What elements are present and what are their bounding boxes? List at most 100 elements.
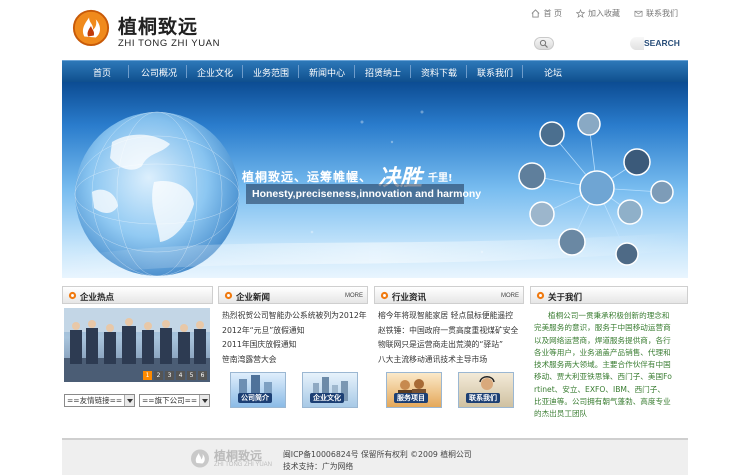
thumb-company-intro[interactable]: 公司简介 (230, 372, 286, 408)
toplink-favorite[interactable]: 加入收藏 (576, 8, 620, 19)
list-item[interactable]: 笹南湾露营大会 (222, 354, 368, 369)
footer: 植桐致远 ZHI TONG ZHI YUAN 闽ICP备10006824号 保留… (62, 438, 688, 475)
toplink-favorite-label: 加入收藏 (588, 9, 620, 18)
thumb-company-intro-label: 公司简介 (238, 393, 272, 403)
thumb-contact-us[interactable]: 联系我们 (458, 372, 514, 408)
about-us-text: 植桐公司一贯秉承积极创新的理念和完美服务的意识，服务于中国移动运营商以及网络运营… (534, 311, 672, 419)
top-links: 首 页 加入收藏 联系我们 (531, 8, 678, 19)
company-news-more-link[interactable]: MORE (345, 293, 363, 299)
thumb-services-label: 服务项目 (394, 393, 428, 403)
footer-text: 闽ICP备10006824号 保留所有权利 ©2009 植桐公司 技术支持：广为… (283, 449, 472, 473)
search-button[interactable]: SEARCH (644, 38, 680, 48)
about-us-header: 关于我们 (530, 286, 688, 304)
pager-dot[interactable]: 6 (198, 371, 207, 380)
subsidiaries-select[interactable]: ==旗下公司== (139, 394, 210, 407)
nav-separator (522, 65, 523, 78)
nav-separator (128, 65, 129, 78)
thumb-contact-us-label: 联系我们 (466, 393, 500, 403)
search-button-cap (630, 37, 644, 50)
list-item[interactable]: 2011年国庆放假通知 (222, 339, 368, 354)
company-news-title: 企业新闻 (236, 293, 271, 303)
nav-separator (186, 65, 187, 78)
thumb-services[interactable]: 服务项目 (386, 372, 442, 408)
search-bar: SEARCH (534, 37, 684, 51)
flame-logo-icon (72, 9, 110, 46)
industry-news-more-link[interactable]: MORE (501, 293, 519, 299)
pager-dot[interactable]: 2 (154, 371, 163, 380)
header: 植桐致远 ZHI TONG ZHI YUAN 首 页 加入收藏 联系我们 SEA… (62, 0, 688, 60)
list-item[interactable]: 热烈祝贺公司智能办公系统被列为2012年 (222, 310, 368, 325)
hot-topics-photo[interactable]: 1 2 3 4 5 6 (64, 308, 210, 382)
pager-dot[interactable]: 3 (165, 371, 174, 380)
nav-separator (298, 65, 299, 78)
hero-banner: 植桐致远、运筹帷幄、 决胜 千里! Honesty,preciseness,in… (62, 82, 688, 278)
industry-news-list: 榕今年将现智能家居 轻点鼠标便能遥控 赵铁锤：中国政府一贯高度重视煤矿安全 物联… (378, 310, 524, 368)
hot-topics-title: 企业热点 (80, 293, 115, 303)
nav-item-contact[interactable]: 联系我们 (474, 66, 516, 79)
company-news-panel: 企业新闻 MORE 热烈祝贺公司智能办公系统被列为2012年 2012年“元旦”… (218, 286, 368, 416)
hot-topics-header: 企业热点 (62, 286, 213, 304)
thumb-corporate-culture-label: 企业文化 (310, 393, 344, 403)
footer-tech-support: 技术支持：广为网络 (283, 462, 354, 471)
pager-dot[interactable]: 1 (143, 371, 152, 380)
bullet-icon (68, 291, 77, 300)
pager-dot[interactable]: 4 (176, 371, 185, 380)
about-us-panel: 关于我们 植桐公司一贯秉承积极创新的理念和完美服务的意识，服务于中国移动运营商以… (530, 286, 688, 418)
star-icon (576, 9, 585, 18)
list-item[interactable]: 物联网只是运营商走出荒漠的“驿站” (378, 339, 524, 354)
search-icon-box (534, 37, 554, 50)
industry-thumbs: 服务项目 联系我们 (386, 372, 514, 408)
company-news-header: 企业新闻 MORE (218, 286, 368, 304)
nav-item-company-profile[interactable]: 公司概况 (138, 66, 180, 79)
company-thumbs: 公司简介 企业文化 (230, 372, 358, 408)
bullet-icon (380, 291, 389, 300)
list-item[interactable]: 八大主流移动通讯技术主导市场 (378, 354, 524, 369)
brand-name-en: ZHI TONG ZHI YUAN (118, 38, 221, 49)
industry-news-title: 行业资讯 (392, 293, 427, 303)
footer-logo: 植桐致远 ZHI TONG ZHI YUAN (190, 446, 280, 472)
nav-item-business[interactable]: 业务范围 (250, 66, 292, 79)
mail-icon (634, 10, 643, 17)
search-icon (539, 39, 548, 48)
nav-item-news[interactable]: 新闻中心 (306, 66, 348, 79)
nav-separator (466, 65, 467, 78)
slogan-part-2: 千里! (428, 172, 453, 184)
nav-separator (242, 65, 243, 78)
list-item[interactable]: 2012年“元旦”放假通知 (222, 325, 368, 340)
nav-separator (354, 65, 355, 78)
toplink-contact[interactable]: 联系我们 (634, 8, 678, 19)
thumb-corporate-culture[interactable]: 企业文化 (302, 372, 358, 408)
toplink-home-label: 首 页 (543, 9, 562, 18)
chevron-down-icon (199, 395, 209, 406)
photo-pager: 1 2 3 4 5 6 (143, 371, 207, 380)
industry-news-panel: 行业资讯 MORE 榕今年将现智能家居 轻点鼠标便能遥控 赵铁锤：中国政府一贯高… (374, 286, 524, 416)
nav-item-forum[interactable]: 论坛 (532, 66, 574, 79)
toplink-contact-label: 联系我们 (646, 9, 678, 18)
list-item[interactable]: 赵铁锤：中国政府一贯高度重视煤矿安全 (378, 325, 524, 340)
banner-tagline: Honesty,preciseness,innovation and harmo… (246, 184, 481, 204)
list-item[interactable]: 榕今年将现智能家居 轻点鼠标便能遥控 (378, 310, 524, 325)
footer-brand-en: ZHI TONG ZHI YUAN (214, 462, 273, 468)
search-input[interactable] (556, 37, 630, 50)
footer-copyright: 闽ICP备10006824号 保留所有权利 ©2009 植桐公司 (283, 450, 472, 459)
hot-topics-panel: 企业热点 1 2 3 4 5 6 ==友情链接== ==旗下公司== (62, 286, 213, 416)
home-icon (532, 9, 540, 18)
logo[interactable]: 植桐致远 ZHI TONG ZHI YUAN (72, 6, 222, 52)
chevron-down-icon (124, 395, 134, 406)
bullet-icon (536, 291, 545, 300)
brand-name-cn: 植桐致远 (118, 16, 199, 38)
nav-item-careers[interactable]: 招贤纳士 (362, 66, 404, 79)
subsidiaries-select-value: ==旗下公司== (142, 396, 198, 405)
bullet-icon (224, 291, 233, 300)
pager-dot[interactable]: 5 (187, 371, 196, 380)
flame-logo-icon (191, 449, 209, 468)
industry-news-header: 行业资讯 MORE (374, 286, 524, 304)
company-news-list: 热烈祝贺公司智能办公系统被列为2012年 2012年“元旦”放假通知 2011年… (222, 310, 368, 368)
slogan-part-1: 植桐致远、运筹帷幄、 (242, 169, 373, 184)
friend-links-select[interactable]: ==友情链接== (64, 394, 135, 407)
main-nav: 首页 公司概况 企业文化 业务范围 新闻中心 招贤纳士 资料下载 联系我们 论坛 (62, 60, 688, 82)
nav-item-culture[interactable]: 企业文化 (194, 66, 236, 79)
nav-item-home[interactable]: 首页 (88, 66, 116, 79)
nav-item-downloads[interactable]: 资料下载 (418, 66, 460, 79)
toplink-home[interactable]: 首 页 (531, 8, 562, 19)
